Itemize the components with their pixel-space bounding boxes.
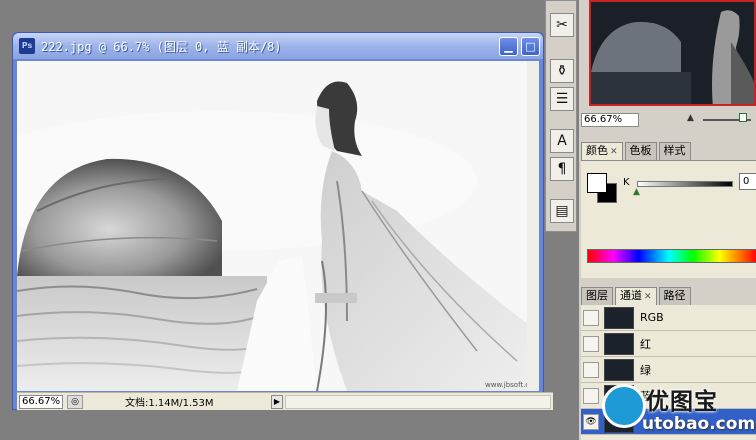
- channel-name: 红: [640, 337, 651, 351]
- inverted-photo: www.jbsoft.com: [17, 61, 539, 391]
- panel-dock-strip: ✂ ⚱ ☰ A ¶ ▤: [545, 0, 577, 232]
- watermark-title: 优图宝: [646, 389, 718, 415]
- paragraph-icon: ¶: [557, 161, 567, 177]
- history-button[interactable]: ☰: [550, 87, 574, 111]
- zoom-out-icon[interactable]: ▲: [687, 113, 694, 123]
- clone-stamp-icon: ⚱: [556, 63, 568, 79]
- navigator-preview[interactable]: [589, 0, 756, 106]
- maximize-button[interactable]: □: [521, 36, 540, 56]
- tab-paths[interactable]: 路径: [658, 287, 691, 305]
- brush-tools-icon: ✂: [556, 17, 568, 33]
- navigator-zoom-knob[interactable]: [739, 113, 747, 122]
- channels-panel-tabs: 图层 通道 ✕ 路径: [581, 287, 693, 305]
- navigator-zoom-field[interactable]: 66.67%: [581, 113, 639, 127]
- k-channel-label: K: [623, 177, 630, 188]
- foreground-swatch[interactable]: [587, 173, 607, 193]
- eye-icon[interactable]: 👁: [583, 413, 599, 430]
- channel-row-green[interactable]: 绿: [581, 357, 756, 383]
- minimize-icon: ▁: [504, 39, 513, 53]
- visibility-toggle[interactable]: [583, 309, 599, 326]
- minimize-button[interactable]: ▁: [499, 36, 518, 56]
- document-size-info: 文档:1.14M/1.53M: [125, 398, 214, 409]
- maximize-icon: □: [525, 39, 536, 53]
- navigator-thumbnail: [591, 2, 754, 104]
- document-title: 222.jpg @ 66.7% (图层 0, 蓝 副本/8): [41, 39, 282, 54]
- color-spectrum-bar[interactable]: [587, 249, 756, 263]
- tab-channels[interactable]: 通道 ✕: [615, 287, 657, 305]
- photoshop-icon: Ps: [19, 38, 35, 54]
- channel-thumbnail: [604, 332, 634, 355]
- tab-layers[interactable]: 图层: [581, 287, 613, 305]
- visibility-toggle[interactable]: [583, 335, 599, 352]
- site-watermark: 优图宝 utobao.com: [602, 382, 756, 440]
- close-icon[interactable]: ✕: [644, 292, 652, 302]
- close-icon[interactable]: ✕: [610, 147, 618, 157]
- channel-row-rgb[interactable]: RGB: [581, 305, 756, 331]
- tab-color[interactable]: 颜色 ✕: [581, 142, 623, 160]
- color-panel: K ▲ 0: [581, 160, 756, 278]
- status-arrow-icon[interactable]: ▶: [271, 394, 283, 409]
- document-titlebar[interactable]: Ps 222.jpg @ 66.7% (图层 0, 蓝 副本/8) ▁ □: [13, 33, 543, 59]
- k-slider[interactable]: [637, 181, 733, 187]
- watermark-logo-icon: [602, 384, 646, 428]
- clone-stamp-button[interactable]: ⚱: [550, 59, 574, 83]
- status-menu-icon[interactable]: ◎: [67, 394, 83, 409]
- horizontal-scrollbar[interactable]: [285, 394, 551, 409]
- channel-name: 绿: [640, 363, 651, 377]
- channel-row-red[interactable]: 红: [581, 331, 756, 357]
- layer-comps-button[interactable]: ▤: [550, 199, 574, 223]
- channel-name: RGB: [640, 311, 664, 324]
- character-icon: A: [557, 133, 567, 149]
- image-canvas[interactable]: www.jbsoft.com: [17, 61, 539, 391]
- document-window[interactable]: Ps 222.jpg @ 66.7% (图层 0, 蓝 副本/8) ▁ □ ww…: [12, 32, 553, 410]
- tab-styles[interactable]: 样式: [658, 142, 691, 160]
- layer-comps-icon: ▤: [555, 203, 569, 219]
- right-panels: 66.67% ▲ 颜色 ✕ 色板 样式 K ▲ 0 图层 通道 ✕ 路径 RGB 红…: [579, 0, 756, 440]
- zoom-field[interactable]: 66.67%: [19, 394, 63, 409]
- visibility-toggle[interactable]: [583, 387, 599, 404]
- channel-thumbnail: [604, 306, 634, 329]
- watermark-url: utobao.com: [642, 414, 756, 434]
- k-slider-knob[interactable]: ▲: [633, 187, 640, 197]
- color-panel-tabs: 颜色 ✕ 色板 样式: [581, 142, 693, 160]
- history-icon: ☰: [555, 91, 569, 107]
- visibility-toggle[interactable]: [583, 361, 599, 378]
- channel-thumbnail: [604, 358, 634, 381]
- character-button[interactable]: A: [550, 129, 574, 153]
- brush-tools-button[interactable]: ✂: [550, 13, 574, 37]
- k-value-field[interactable]: 0: [739, 173, 756, 190]
- paragraph-button[interactable]: ¶: [550, 157, 574, 181]
- tab-swatches[interactable]: 色板: [624, 142, 657, 160]
- vertical-scrollbar[interactable]: [527, 61, 539, 391]
- status-bar: 66.67% ◎ 文档:1.14M/1.53M ▶: [17, 392, 553, 410]
